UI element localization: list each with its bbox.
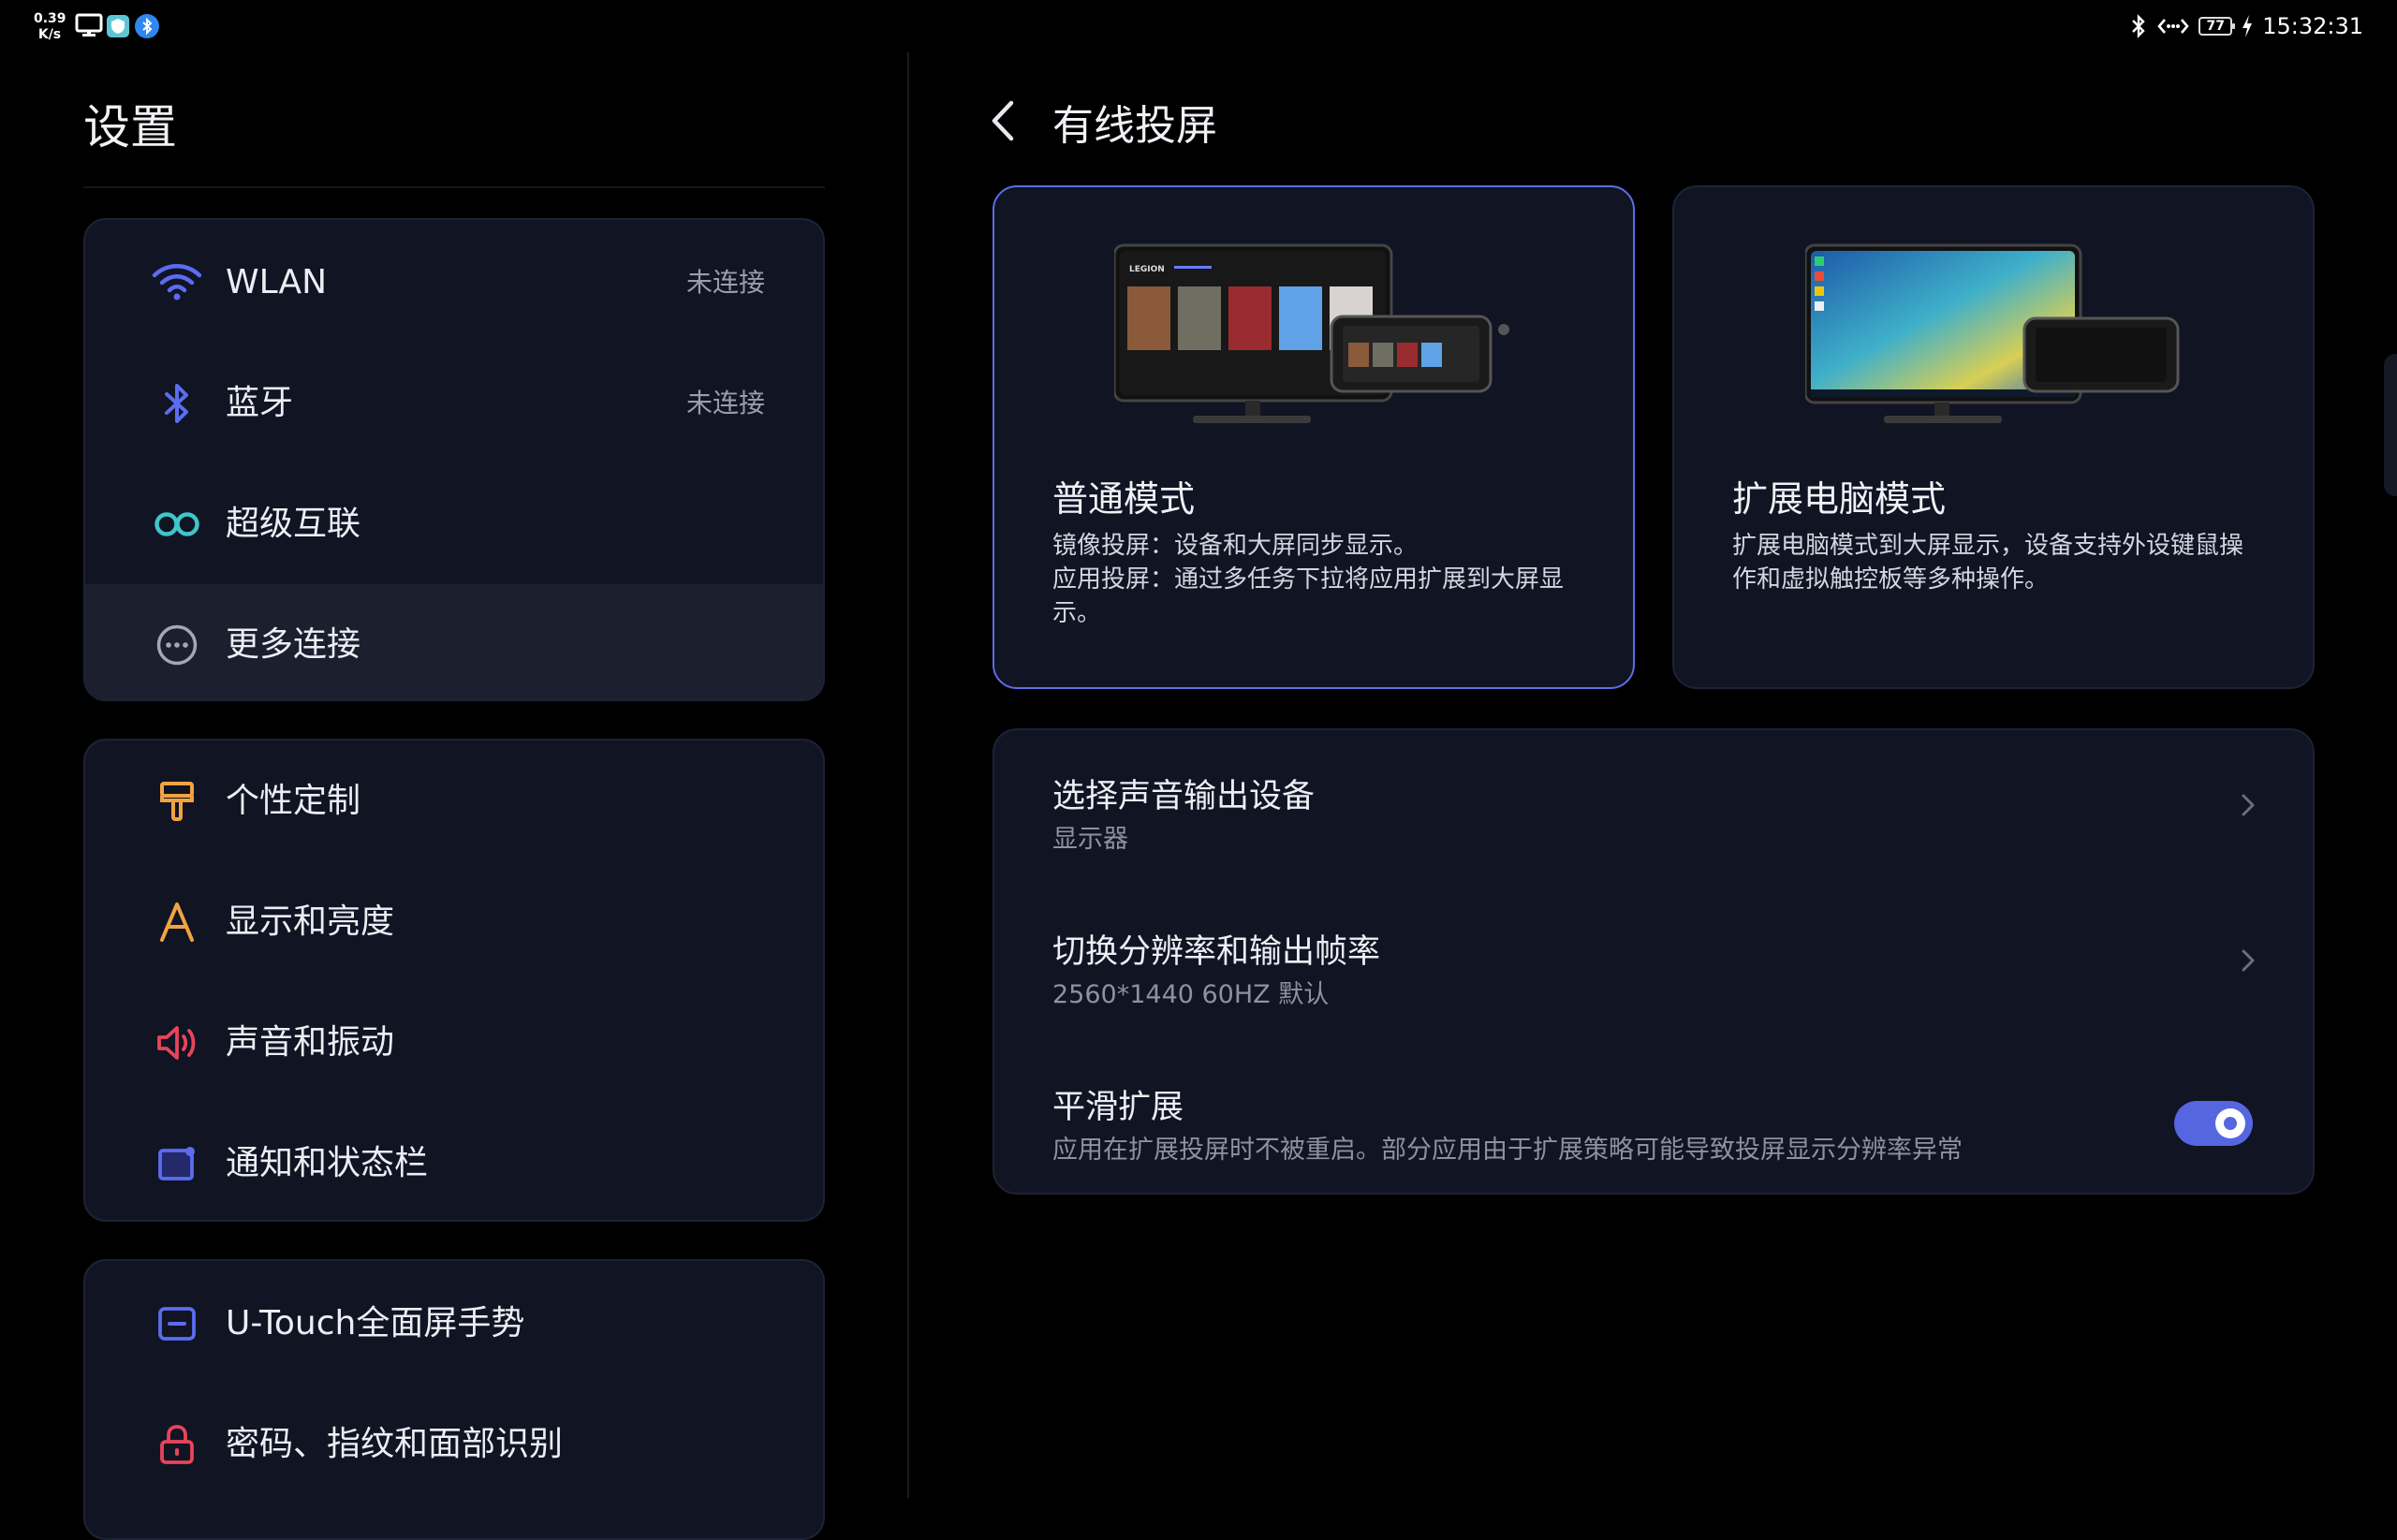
mode-description: 扩展电脑模式到大屏显示，设备支持外设键鼠操 作和虚拟触控板等多种操作。 (1732, 532, 2244, 594)
option-title: 平滑扩展 (1052, 1089, 1184, 1126)
gesture-icon (151, 1263, 203, 1384)
sidebar-item-label: 通知和状态栏 (226, 1144, 429, 1182)
network-speed: 0.39 K/s (34, 11, 66, 42)
back-arrow-icon[interactable] (985, 95, 1022, 146)
sidebar-item-u-touch[interactable]: U-Touch全面屏手势 (85, 1263, 823, 1384)
sidebar-item-label: 个性定制 (226, 782, 361, 820)
personalization-group: 个性定制 显示和亮度 声音和振动 通知和状态栏 (83, 739, 825, 1222)
clock: 15:32:31 (2262, 13, 2363, 39)
wifi-icon (151, 222, 203, 343)
sidebar-item-display[interactable]: 显示和亮度 (85, 861, 823, 982)
letter-a-icon (151, 861, 203, 982)
sidebar-item-label: 超级互联 (226, 505, 361, 543)
data-transfer-icon (2157, 19, 2189, 34)
sidebar-item-wlan[interactable]: WLAN 未连接 (85, 222, 823, 343)
security-group: U-Touch全面屏手势 密码、指纹和面部识别 (83, 1259, 825, 1540)
edge-panel-handle[interactable] (2384, 354, 2397, 496)
chevron-right-icon (2242, 794, 2255, 816)
bluetooth-badge-icon (135, 14, 159, 38)
sidebar-item-label: WLAN (226, 263, 328, 301)
sidebar-item-personalization[interactable]: 个性定制 (85, 741, 823, 861)
sidebar-item-sound[interactable]: 声音和振动 (85, 982, 823, 1103)
options-card: 选择声音输出设备 显示器 切换分辨率和输出帧率 2560*1440 60HZ 默… (993, 728, 2315, 1195)
status-right: 77 15:32:31 (2129, 9, 2363, 43)
extended-pc-mode-card[interactable]: 扩展电脑模式 扩展电脑模式到大屏显示，设备支持外设键鼠操 作和虚拟触控板等多种操… (1672, 185, 2315, 689)
notification-icon (151, 1103, 203, 1220)
option-title: 切换分辨率和输出帧率 (1052, 933, 1381, 971)
title-separator (83, 186, 825, 188)
mode-name: 扩展电脑模式 (1732, 478, 1947, 520)
page-title: 有线投屏 (1052, 102, 1217, 150)
sidebar-item-label: 蓝牙 (226, 384, 294, 422)
status-bar: 0.39 K/s 77 15:32:31 (0, 0, 2397, 52)
illustration-logo: LEGION (1129, 265, 1165, 274)
infinity-icon (151, 463, 203, 584)
option-title: 选择声音输出设备 (1052, 778, 1316, 815)
lock-icon (151, 1384, 203, 1504)
sidebar-item-more-connections[interactable]: 更多连接 (85, 584, 823, 699)
shield-app-icon (107, 15, 129, 37)
sidebar-item-bluetooth[interactable]: 蓝牙 未连接 (85, 343, 823, 463)
normal-mode-card[interactable]: LEGION 普通模式 镜像投屏：设备和大屏同步显示。 应用投屏：通过多任务下拉… (993, 185, 1635, 689)
monitor-icon (75, 13, 103, 37)
option-subtitle: 应用在扩展投屏时不被重启。部分应用由于扩展策略可能导致投屏显示分辨率异常 (1052, 1136, 1963, 1165)
toggle-knob (2215, 1108, 2245, 1138)
charging-icon (2243, 15, 2253, 37)
sidebar-item-label: 密码、指纹和面部识别 (226, 1425, 564, 1463)
sidebar-item-security[interactable]: 密码、指纹和面部识别 (85, 1384, 823, 1504)
sidebar-item-super-connect[interactable]: 超级互联 (85, 463, 823, 584)
battery-icon: 77 (2198, 17, 2236, 36)
option-subtitle: 2560*1440 60HZ 默认 (1052, 980, 1330, 1009)
extended-mode-illustration (1805, 243, 2180, 423)
audio-output-option[interactable]: 选择声音输出设备 显示器 (994, 730, 2313, 886)
sidebar-item-label: 显示和亮度 (226, 902, 395, 941)
pane-divider (907, 52, 909, 1498)
sidebar-item-notifications[interactable]: 通知和状态栏 (85, 1103, 823, 1220)
mode-description: 镜像投屏：设备和大屏同步显示。 应用投屏：通过多任务下拉将应用扩展到大屏显 示。 (1052, 532, 1565, 627)
settings-title: 设置 (83, 100, 177, 154)
smooth-extend-option: 平滑扩展 应用在扩展投屏时不被重启。部分应用由于扩展策略可能导致投屏显示分辨率异… (994, 1041, 2313, 1196)
sidebar-item-label: 更多连接 (226, 625, 361, 664)
bluetooth-icon (151, 343, 203, 463)
resolution-option[interactable]: 切换分辨率和输出帧率 2560*1440 60HZ 默认 (994, 886, 2313, 1041)
mode-name: 普通模式 (1052, 478, 1196, 520)
normal-mode-illustration: LEGION (1114, 243, 1509, 423)
sidebar-item-status: 未连接 (685, 267, 765, 298)
smooth-extend-toggle[interactable] (2174, 1101, 2253, 1146)
chevron-right-icon (2242, 949, 2255, 972)
option-subtitle: 显示器 (1052, 825, 1128, 854)
connection-group: WLAN 未连接 蓝牙 未连接 超级互联 更多连接 (83, 218, 825, 701)
paint-roller-icon (151, 741, 203, 861)
sidebar-item-status: 未连接 (685, 388, 765, 418)
sidebar-item-label: U-Touch全面屏手势 (226, 1304, 525, 1342)
speaker-icon (151, 982, 203, 1103)
bluetooth-icon (2132, 14, 2145, 38)
sidebar-item-label: 声音和振动 (226, 1023, 395, 1062)
more-dots-icon (151, 584, 203, 699)
